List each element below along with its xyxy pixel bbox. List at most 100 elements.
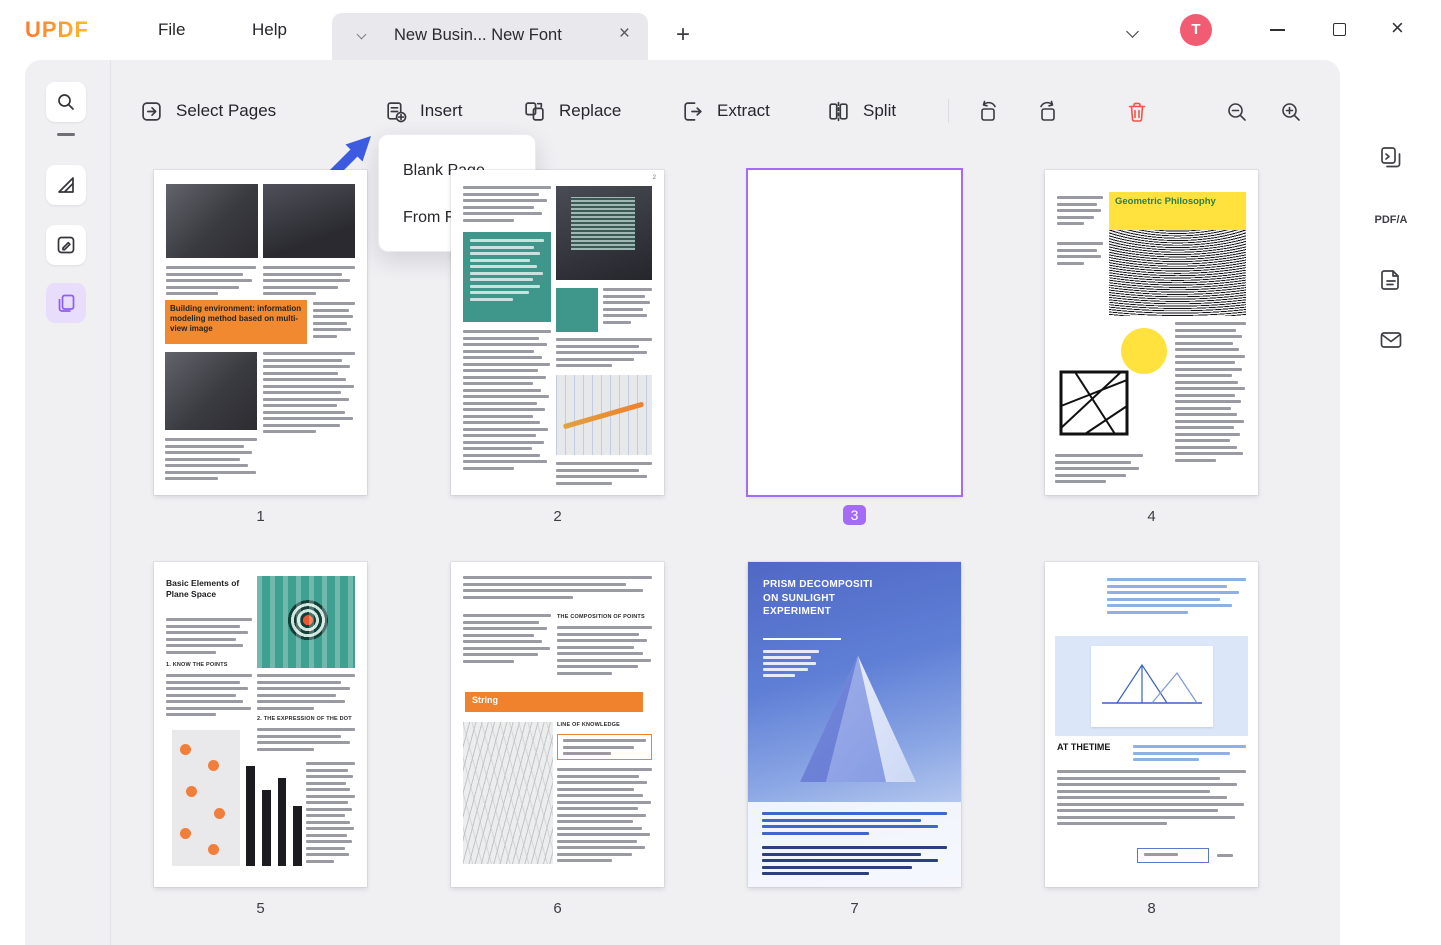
avatar[interactable]: T — [1180, 14, 1212, 46]
text-lines — [257, 674, 355, 713]
page-number-1: 1 — [256, 508, 265, 525]
title-bar: UPDF File Help New Busin... New Font × +… — [0, 0, 1441, 60]
text-lines — [463, 576, 652, 602]
new-tab-button[interactable]: + — [676, 21, 690, 49]
split-icon — [829, 101, 848, 121]
string-banner: String — [465, 692, 643, 712]
text-lines — [166, 674, 252, 720]
export-page-button[interactable] — [1376, 265, 1406, 295]
extract-label: Extract — [717, 101, 770, 120]
page-thumbnail-1[interactable]: Building environment: information modeli… — [154, 170, 367, 495]
toolbar-divider — [948, 99, 949, 123]
rotate-right-button[interactable] — [1035, 99, 1061, 125]
text-lines — [263, 266, 355, 299]
text-lines — [257, 728, 355, 754]
text-lines — [165, 438, 257, 484]
delete-page-button[interactable] — [1124, 99, 1150, 125]
photo-placeholder — [556, 186, 652, 280]
zoom-in-button[interactable] — [1278, 99, 1304, 125]
split-label: Split — [863, 101, 897, 120]
duplicate-pages-icon — [1381, 147, 1401, 168]
pdfa-button[interactable]: PDF/A — [1371, 205, 1411, 235]
search-icon — [58, 94, 74, 110]
page-thumbnail-5[interactable]: Basic Elements of Plane Space 1. KNOW TH… — [154, 562, 367, 887]
menu-file[interactable]: File — [158, 20, 185, 40]
page-number-7: 7 — [850, 900, 859, 917]
callout-box — [557, 734, 652, 760]
replace-icon — [525, 101, 544, 121]
tab-chevron-down-icon[interactable] — [356, 29, 367, 40]
triangle-diagram — [1101, 663, 1202, 704]
edit-note-icon — [57, 236, 75, 254]
replace-label: Replace — [559, 101, 622, 120]
teal-block — [556, 288, 598, 332]
text-lines — [306, 762, 355, 866]
text-lines — [263, 352, 355, 437]
app-logo: UPDF — [25, 17, 89, 42]
text-lines — [762, 812, 947, 838]
text-lines — [166, 618, 252, 657]
document-tab[interactable]: New Busin... New Font × — [332, 13, 648, 60]
page-thumbnail-4[interactable]: Geometric Philosophy — [1045, 170, 1258, 495]
tabs-list-chevron-icon[interactable] — [1126, 23, 1139, 41]
page-number-3-badge: 3 — [748, 505, 961, 525]
mail-icon — [1380, 332, 1402, 348]
target-image — [257, 576, 355, 668]
page-number-8: 8 — [1147, 900, 1156, 917]
text-lines — [1107, 578, 1246, 617]
page-thumbnail-6[interactable]: THE COMPOSITION OF POINTS String LINE OF… — [451, 562, 664, 887]
select-pages-button[interactable]: Select Pages — [140, 98, 276, 124]
select-pages-icon — [142, 101, 161, 121]
organize-pages-icon — [58, 294, 75, 312]
text-lines — [463, 330, 551, 473]
page-thumbnail-3-selected[interactable] — [746, 168, 963, 497]
rotate-left-icon — [981, 100, 996, 121]
zoom-out-button[interactable] — [1224, 99, 1250, 125]
teal-text-block — [463, 232, 551, 322]
text-lines — [557, 768, 652, 866]
minimize-button[interactable] — [1270, 29, 1285, 31]
page-number-4: 4 — [1147, 508, 1156, 525]
replace-button[interactable]: Replace — [523, 98, 621, 124]
menu-help[interactable]: Help — [252, 20, 287, 40]
select-pages-label: Select Pages — [176, 101, 277, 120]
triangle-ruler-icon — [58, 177, 74, 193]
split-button[interactable]: Split — [827, 98, 896, 124]
maximize-button[interactable] — [1333, 23, 1346, 36]
right-toolbar: PDF/A — [1340, 60, 1441, 945]
page-thumbnail-2[interactable]: 2 — [451, 170, 664, 495]
rotate-left-button[interactable] — [975, 99, 1001, 125]
text-lines — [463, 614, 551, 666]
edit-tool-button[interactable] — [46, 225, 86, 265]
text-lines — [1175, 322, 1246, 465]
mail-button[interactable] — [1376, 325, 1406, 355]
page-thumbnail-8[interactable]: AT THETIME — [1045, 562, 1258, 887]
dots-artwork — [172, 730, 240, 866]
tab-close-icon[interactable]: × — [619, 23, 630, 45]
rotate-right-icon — [1040, 100, 1055, 121]
photo-placeholder — [556, 375, 652, 455]
extract-button[interactable]: Extract — [681, 98, 770, 124]
pdfa-label: PDF/A — [1374, 214, 1408, 226]
pencil-shape — [562, 402, 644, 430]
zoom-in-icon — [1282, 103, 1300, 121]
page-thumbnail-7[interactable]: PRISM DECOMPOSITI ON SUNLIGHT EXPERIMENT — [748, 562, 961, 887]
article-headline: Geometric Philosophy — [1109, 192, 1246, 230]
insert-button[interactable]: Insert — [384, 98, 463, 124]
section-heading: LINE OF KNOWLEDGE — [557, 722, 620, 728]
rail-collapse-handle[interactable] — [57, 133, 75, 136]
close-button[interactable]: × — [1391, 15, 1404, 41]
duplicate-pages-button[interactable] — [1376, 142, 1406, 172]
search-button[interactable] — [46, 82, 86, 122]
article-headline: Building environment: information modeli… — [165, 300, 307, 344]
photo-placeholder — [165, 352, 257, 430]
text-lines — [762, 846, 947, 879]
tab-title: New Busin... New Font — [394, 26, 562, 44]
text-lines — [556, 338, 652, 371]
organize-pages-button[interactable] — [46, 283, 86, 323]
text-lines — [463, 232, 551, 311]
insert-icon — [387, 101, 407, 122]
trash-icon — [1128, 102, 1146, 122]
diagram-band — [1055, 636, 1248, 736]
markup-tool-button[interactable] — [46, 165, 86, 205]
